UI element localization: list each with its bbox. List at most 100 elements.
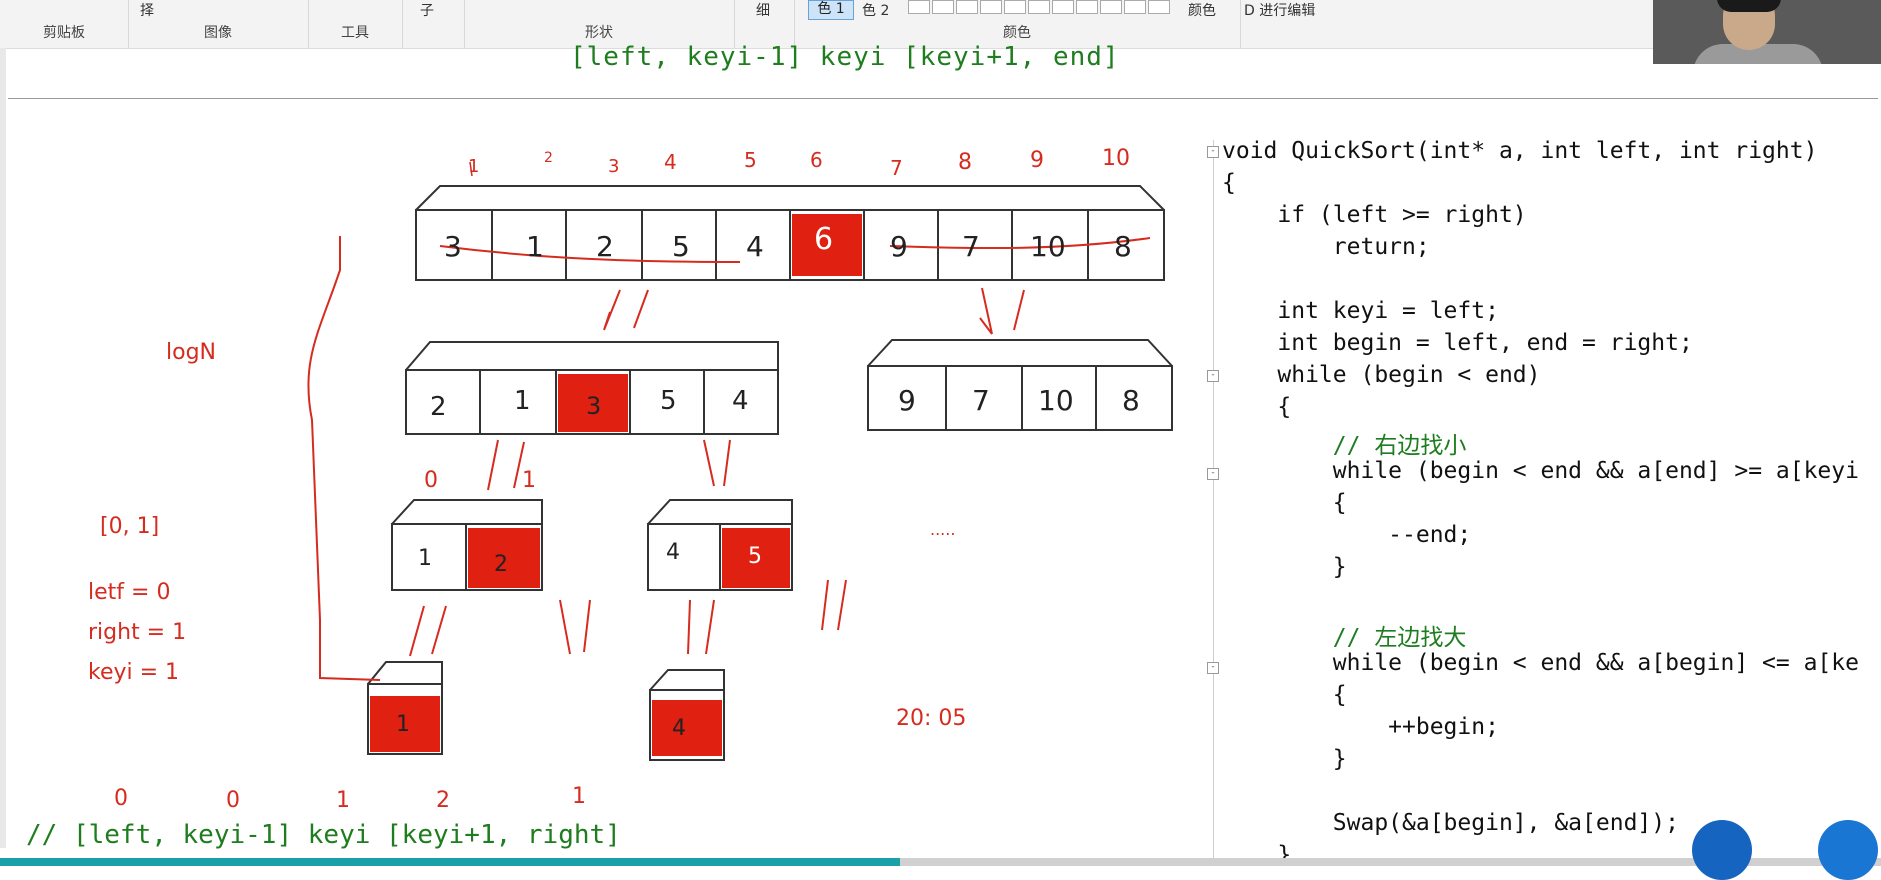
code-line: } [1222, 554, 1347, 580]
strike-line [889, 237, 1151, 250]
up-arrow [723, 439, 731, 487]
row3b-top [647, 499, 793, 525]
row2-right-top [867, 339, 1173, 367]
bottom-index: 1 [572, 784, 586, 809]
code-line: int begin = left, end = right; [1222, 330, 1693, 356]
row2-left-top [405, 341, 779, 371]
edit-3d-button[interactable]: D 进行编辑 [1244, 0, 1315, 20]
cell-value: 7 [972, 384, 990, 417]
down-arrow [687, 599, 691, 655]
pivot-value: 5 [748, 544, 762, 569]
index-label: 0 [424, 468, 438, 493]
code-line: return; [1222, 234, 1430, 260]
webcam-overlay [1653, 0, 1881, 64]
recursion-drawing [307, 161, 1173, 761]
code-line: { [1222, 682, 1347, 708]
strike-line [439, 245, 741, 263]
index-label: 10 [1102, 146, 1130, 171]
cell-value: 1 [418, 546, 432, 571]
pivot-value: 6 [814, 222, 834, 257]
down-arrow [487, 439, 499, 491]
cell-value: 4 [732, 386, 749, 416]
code-line: while (begin < end) [1222, 362, 1541, 388]
row3a-top [391, 499, 543, 525]
index-label: 1 [522, 468, 536, 493]
index-label: 8 [958, 150, 972, 175]
chat-icon[interactable] [1818, 820, 1878, 880]
up-arrow [633, 289, 649, 329]
index-label: 9 [1030, 148, 1044, 173]
up-arrow [837, 579, 847, 631]
cell-value: 5 [660, 386, 677, 416]
bottom-code-comment: // [left, keyi-1] keyi [keyi+1, right] [26, 820, 621, 850]
down-arrow [703, 439, 715, 487]
cell-value: 2 [430, 392, 447, 422]
code-line: while (begin < end && a[end] >= a[keyi [1222, 458, 1859, 484]
cell-value: 9 [898, 384, 916, 417]
index-label: 5 [744, 148, 757, 172]
down-arrow [603, 289, 621, 331]
cell-value: 4 [746, 230, 764, 263]
down-arrow [559, 599, 571, 655]
down-arrow [821, 579, 829, 631]
keyi-value-label: keyi = 1 [88, 660, 180, 685]
range-label: [0, 1] [100, 514, 160, 539]
code-line: int keyi = left; [1222, 298, 1499, 324]
index-label: 3 [608, 156, 620, 177]
fold-toggle[interactable]: - [1207, 468, 1219, 480]
index-label: 1 [468, 156, 480, 177]
cell-value: 10 [1030, 230, 1066, 263]
cell-value: 1 [526, 230, 544, 263]
cell-value: 8 [1114, 230, 1132, 263]
up-arrow [705, 599, 715, 655]
scrollbar-thumb[interactable] [0, 858, 900, 866]
up-arrow [431, 605, 447, 655]
pivot-value: 4 [672, 716, 686, 741]
fold-toggle[interactable]: - [1207, 370, 1219, 382]
left-value-label: letf = 0 [88, 580, 171, 605]
index-label: 4 [664, 150, 677, 174]
code-comment: // 右边找小 [1222, 433, 1467, 459]
cell-value: 3 [444, 230, 462, 263]
cell-value: 8 [1122, 384, 1140, 417]
down-arrow [979, 287, 993, 335]
bottom-index: 1 [336, 788, 350, 813]
cell-value: 1 [514, 386, 531, 416]
cell-value: 2 [596, 230, 614, 263]
down-arrow [409, 605, 425, 657]
cell-value: 9 [890, 230, 908, 263]
cell-value: 4 [666, 540, 680, 565]
code-line: Swap(&a[begin], &a[end]); [1222, 810, 1679, 836]
code-line: while (begin < end && a[begin] <= a[ke [1222, 650, 1859, 676]
code-gutter [1213, 140, 1214, 866]
bottom-index: 2 [436, 788, 450, 813]
code-line: --end; [1222, 522, 1472, 548]
code-comment: // 左边找大 [1222, 625, 1467, 651]
code-line: { [1222, 394, 1292, 420]
recursion-brace [307, 236, 381, 681]
bottom-index: 0 [114, 786, 128, 811]
index-label: 2 [544, 150, 553, 166]
up-arrow [583, 599, 591, 653]
fold-toggle[interactable]: - [1207, 146, 1219, 158]
index-label: 7 [890, 156, 903, 180]
code-line: { [1222, 170, 1236, 196]
code-line: { [1222, 490, 1347, 516]
pivot-value: 1 [396, 712, 410, 737]
log-n-label: logN [166, 340, 216, 365]
code-line: } [1222, 746, 1347, 772]
pivot-value: 3 [586, 392, 602, 420]
ellipsis-label: ..... [930, 520, 956, 539]
up-arrow [1013, 289, 1025, 331]
cell-value: 5 [672, 230, 690, 263]
fold-toggle[interactable]: - [1207, 662, 1219, 674]
right-value-label: right = 1 [88, 620, 187, 645]
row4b-top [649, 669, 725, 691]
code-line: if (left >= right) [1222, 202, 1527, 228]
bottom-index: 0 [226, 788, 240, 813]
pivot-value: 2 [494, 552, 508, 577]
raise-hand-icon[interactable] [1692, 820, 1752, 880]
code-line: ++begin; [1222, 714, 1499, 740]
cell-value: 10 [1038, 384, 1074, 417]
presenter-hair [1717, 0, 1781, 12]
